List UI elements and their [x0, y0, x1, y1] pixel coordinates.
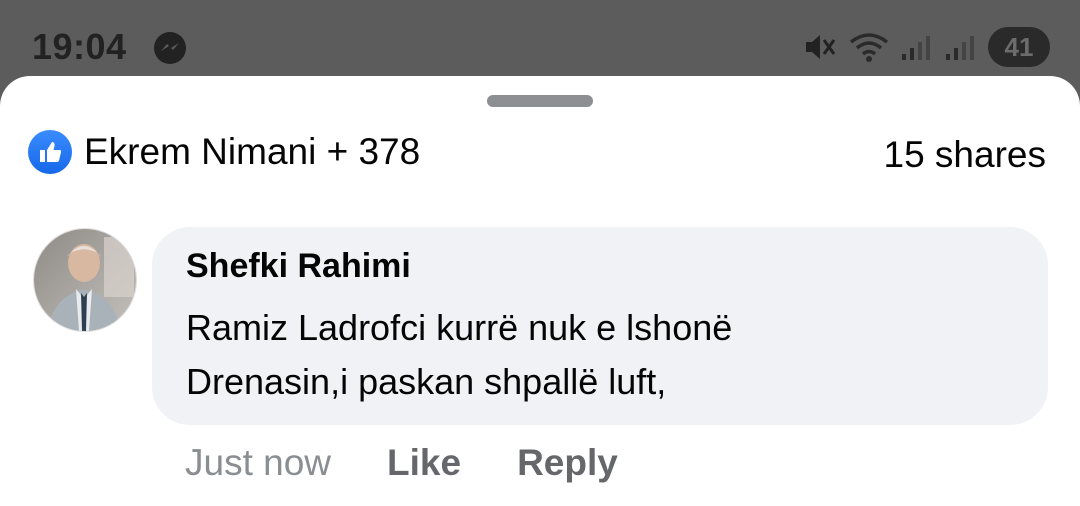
comment-text: Ramiz Ladrofci kurrë nuk e lshonë Drenas…: [186, 301, 1026, 409]
signal-icon: [902, 36, 930, 60]
avatar[interactable]: [33, 228, 137, 332]
comment-line: Ramiz Ladrofci kurrë nuk e lshonë: [186, 307, 733, 348]
drag-handle[interactable]: [487, 95, 593, 107]
like-reaction-icon: [28, 130, 72, 174]
comment-line: Drenasin,i paskan shpallë luft,: [186, 361, 667, 402]
like-button[interactable]: Like: [387, 442, 461, 484]
comment-author[interactable]: Shefki Rahimi: [186, 247, 411, 286]
signal-icon: [946, 36, 974, 60]
wifi-icon: [849, 33, 889, 62]
battery-indicator: 41: [988, 27, 1050, 67]
comments-sheet: Ekrem Nimani + 378 15 shares Shefki Rahi…: [0, 76, 1080, 506]
messenger-icon: [154, 32, 186, 64]
reply-button[interactable]: Reply: [517, 442, 618, 484]
comment-timestamp: Just now: [185, 442, 332, 483]
shares-count[interactable]: 15 shares: [884, 134, 1047, 176]
reactions-text: Ekrem Nimani + 378: [84, 131, 421, 172]
reactions-summary[interactable]: Ekrem Nimani + 378: [28, 130, 420, 174]
status-time: 19:04: [32, 26, 127, 67]
comment-bubble[interactable]: Shefki Rahimi Ramiz Ladrofci kurrë nuk e…: [152, 227, 1048, 425]
comment-actions: Just now Like Reply: [185, 442, 618, 484]
status-icons: 41: [802, 24, 1050, 70]
mute-icon: [806, 35, 836, 59]
